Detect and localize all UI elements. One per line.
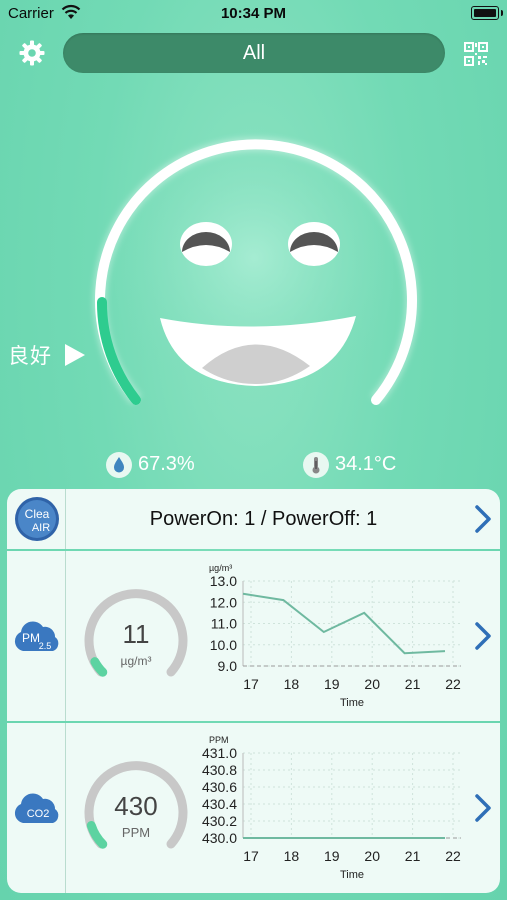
- humidity-value: 67.3%: [138, 453, 195, 475]
- chevron-right-icon[interactable]: [472, 793, 494, 823]
- co2-y-tick-label: 430.4: [202, 796, 237, 812]
- co2-x-tick-label: 19: [324, 848, 340, 864]
- pm25-y-tick-label: 9.0: [218, 658, 238, 674]
- air-quality-status: 良好: [8, 345, 52, 368]
- left-eye: [180, 222, 232, 266]
- gear-icon[interactable]: [19, 40, 45, 66]
- device-power-card[interactable]: Clea AIR PowerOn: 1 / PowerOff: 1: [7, 489, 500, 549]
- pm25-x-tick-label: 21: [405, 676, 421, 692]
- device-group-selector[interactable]: All: [63, 33, 445, 73]
- co2-x-axis-label: Time: [340, 869, 364, 881]
- co2-y-tick-label: 430.8: [202, 762, 237, 778]
- co2-x-tick-label: 20: [364, 848, 380, 864]
- co2-unit: PPM: [122, 825, 150, 840]
- svg-text:Clea: Clea: [25, 507, 50, 521]
- co2-x-tick-label: 18: [284, 848, 300, 864]
- qr-code-icon[interactable]: [463, 41, 489, 67]
- pm25-x-tick-label: 22: [445, 676, 461, 692]
- co2-y-tick-label: 430.6: [202, 779, 237, 795]
- right-eye: [288, 222, 340, 266]
- pm25-x-tick-label: 17: [243, 676, 259, 692]
- co2-gauge: 430 PPM: [84, 761, 188, 849]
- pm25-x-tick-label: 20: [364, 676, 380, 692]
- temperature-value: 34.1°C: [335, 453, 397, 475]
- battery-icon: [471, 6, 503, 20]
- clock: 10:34 PM: [220, 5, 287, 22]
- svg-text:AIR: AIR: [32, 522, 50, 534]
- co2-x-tick-label: 22: [445, 848, 461, 864]
- play-icon[interactable]: [63, 343, 87, 367]
- water-drop-icon: [106, 451, 132, 478]
- pm25-y-tick-label: 13.0: [210, 573, 237, 589]
- air-quality-face-gauge: [93, 132, 419, 412]
- thermometer-icon: [303, 451, 329, 478]
- pm25-y-axis-label: µg/m³: [209, 563, 232, 573]
- pm25-value: 11: [123, 619, 150, 649]
- pm25-x-tick-label: 18: [284, 676, 300, 692]
- selector-label: All: [242, 42, 266, 64]
- humidity-readout: 67.3%: [106, 450, 195, 478]
- svg-text:PM: PM: [22, 631, 40, 645]
- co2-x-tick-label: 17: [243, 848, 259, 864]
- co2-line-chart: PPM431.0430.8430.6430.4430.2430.0 17 18 19 2…: [202, 735, 461, 881]
- svg-text:2.5: 2.5: [39, 641, 52, 651]
- status-bar: Carrier 10:34 PM: [0, 0, 507, 28]
- pm25-cloud-icon: PM 2.5: [14, 621, 59, 651]
- chevron-right-icon[interactable]: [472, 621, 494, 651]
- co2-y-tick-label: 431.0: [202, 745, 237, 761]
- svg-text:CO2: CO2: [27, 808, 50, 820]
- temperature-readout: 34.1°C: [303, 450, 396, 478]
- clean-air-logo: Clea AIR: [15, 497, 59, 541]
- co2-y-tick-label: 430.0: [202, 830, 237, 846]
- pm25-x-tick-label: 19: [324, 676, 340, 692]
- power-status-text: PowerOn: 1 / PowerOff: 1: [149, 508, 378, 530]
- co2-y-tick-label: 430.2: [202, 813, 237, 829]
- chevron-right-icon[interactable]: [472, 504, 494, 534]
- pm25-line-chart: µg/m³13.0 12.0 11.0 10.0 9.0 17 18 19 20 21 22 Time: [209, 563, 461, 709]
- pm25-gauge: 11 µg/m³: [84, 589, 188, 677]
- pm25-y-tick-label: 10.0: [210, 637, 237, 653]
- co2-gauge-fill: [86, 821, 108, 849]
- co2-value: 430: [114, 791, 157, 821]
- pm25-y-tick-label: 11.0: [211, 616, 237, 632]
- pm25-unit: µg/m³: [121, 654, 152, 668]
- co2-cloud-icon: CO2: [14, 793, 59, 823]
- co2-y-axis-label: PPM: [209, 735, 229, 745]
- pm25-y-tick-label: 12.0: [210, 594, 237, 610]
- co2-card[interactable]: CO2 430 PPM PPM 431.0 430.8 430.6 430.4 430.2…: [7, 723, 500, 893]
- pm25-card[interactable]: PM 2.5 11 µg/m³ µg/m³ 13.0 12.0 11.0 10.0 9.0…: [7, 551, 500, 721]
- co2-x-tick-label: 21: [405, 848, 421, 864]
- pm25-gauge-fill: [90, 657, 108, 677]
- pm25-x-axis-label: Time: [340, 697, 364, 709]
